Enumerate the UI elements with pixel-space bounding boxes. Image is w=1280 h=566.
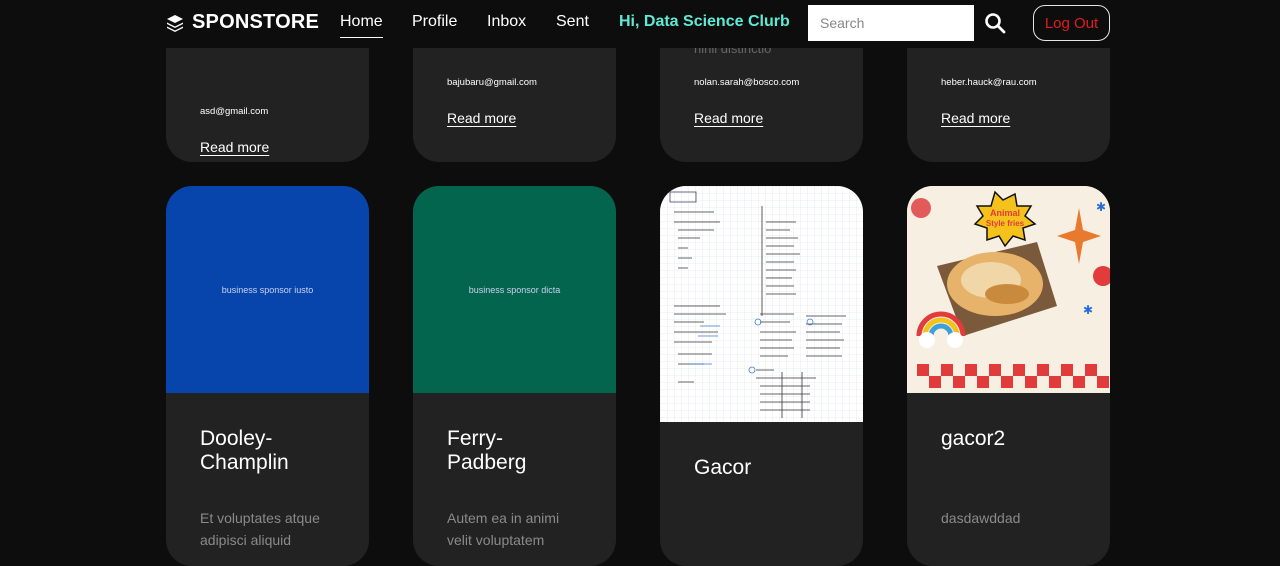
thumbnail-caption: business sponsor dicta <box>468 284 561 295</box>
card-thumbnail: business sponsor iusto <box>166 186 369 393</box>
nav-inbox-link[interactable]: Inbox <box>487 13 526 31</box>
nav-home-link[interactable]: Home <box>340 13 383 38</box>
brand[interactable]: SPONSTORE <box>166 11 319 34</box>
sponsor-email: asd@gmail.com <box>200 106 269 117</box>
logout-button[interactable]: Log Out <box>1033 5 1110 41</box>
navbar: SPONSTORE Home Profile Inbox Sent Hi, Da… <box>0 0 1280 48</box>
search-input[interactable] <box>808 5 974 41</box>
card-thumbnail: business sponsor dicta <box>413 186 616 393</box>
read-more-link[interactable]: Read more <box>941 110 1010 126</box>
sponsor-email: heber.hauck@rau.com <box>941 77 1037 88</box>
layers-icon <box>167 14 183 32</box>
sponsor-card-4[interactable]: Animal Style fries ✱ ✱ gacor2 dasdawddad <box>907 186 1110 566</box>
sponsor-card-2[interactable]: business sponsor dicta Ferry- Padberg Au… <box>413 186 616 566</box>
nav-profile-link[interactable]: Profile <box>412 13 457 31</box>
svg-text:✱: ✱ <box>1096 200 1106 214</box>
svg-text:✱: ✱ <box>1083 303 1093 317</box>
card-description: Autem ea in animi velit voluptatem <box>447 510 560 548</box>
sponsor-card-1[interactable]: business sponsor iusto Dooley- Champlin … <box>166 186 369 566</box>
card-title: gacor2 <box>941 427 1006 450</box>
thumbnail-caption: business sponsor iusto <box>221 284 314 295</box>
handwritten-notes-image <box>660 186 863 422</box>
brand-name: SPONSTORE <box>192 11 320 33</box>
card-thumbnail <box>660 186 863 422</box>
card-thumbnail: Animal Style fries ✱ ✱ <box>907 186 1110 393</box>
card-title: Ferry- Padberg <box>447 427 527 474</box>
search-icon[interactable] <box>984 12 1006 34</box>
read-more-link[interactable]: Read more <box>447 110 516 126</box>
svg-text:Style fries: Style fries <box>986 219 1025 228</box>
sponsor-email: bajubaru@gmail.com <box>447 77 537 88</box>
animal-style-fries-image: Animal Style fries ✱ ✱ <box>907 186 1110 393</box>
svg-text:Animal: Animal <box>990 208 1020 218</box>
card-description: dasdawddad <box>941 510 1021 526</box>
read-more-link[interactable]: Read more <box>200 139 269 155</box>
card-title: Dooley- Champlin <box>200 427 289 474</box>
sponsor-email: nolan.sarah@bosco.com <box>694 77 800 88</box>
nav-sent-link[interactable]: Sent <box>556 13 589 31</box>
sponsor-card-3[interactable]: Gacor <box>660 186 863 566</box>
read-more-link[interactable]: Read more <box>694 110 763 126</box>
user-greeting: Hi, Data Science Clurb <box>619 13 790 30</box>
card-title: Gacor <box>694 456 752 479</box>
card-description: Et voluptates atque adipisci aliquid <box>200 510 320 548</box>
